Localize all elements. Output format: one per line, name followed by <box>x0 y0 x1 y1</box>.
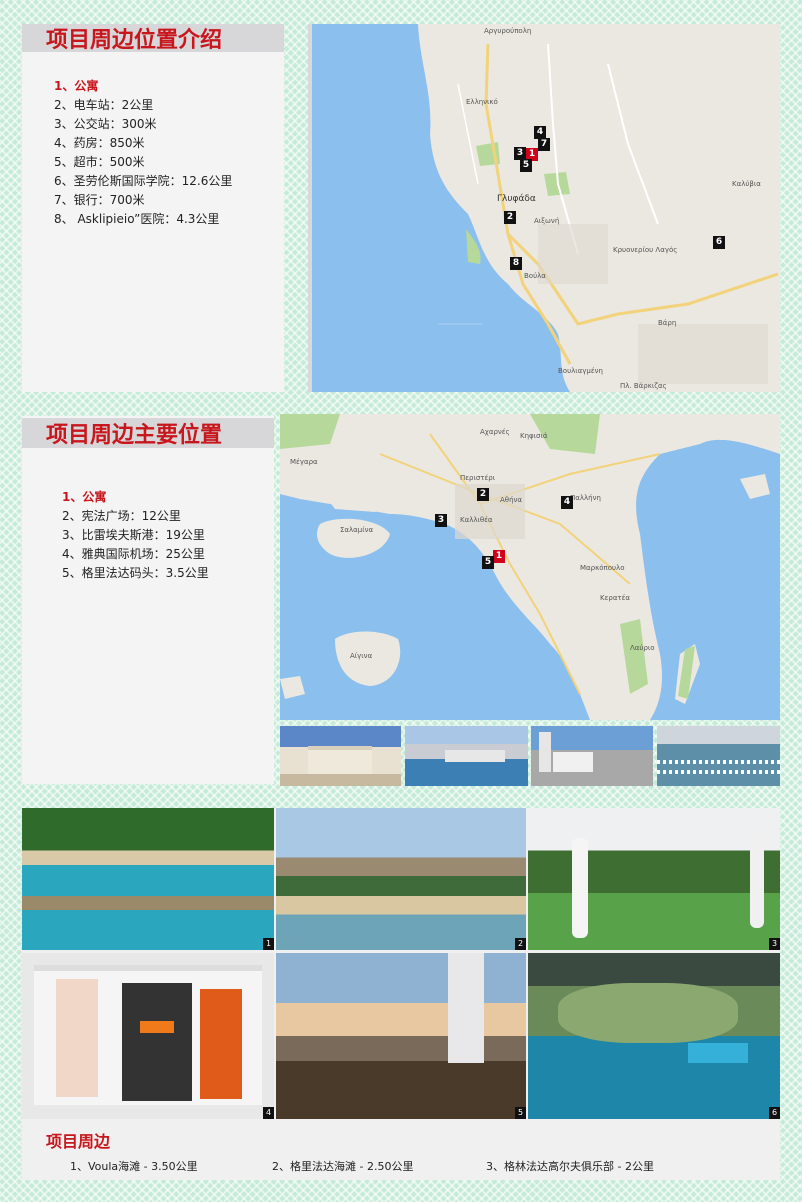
list-item: 3、公交站：300米 <box>54 117 157 131</box>
syntagma-photo <box>280 726 401 786</box>
map-marker[interactable]: 8 <box>510 257 522 270</box>
aerial-development-photo: 6 <box>528 953 780 1119</box>
map-marker[interactable]: 2 <box>504 211 516 224</box>
section2-map[interactable]: Αχαρνές Περιστέρι Αθήνα Καλλιθέα Κηφισιά… <box>280 414 780 720</box>
map-label: Περιστέρι <box>460 474 496 482</box>
map-marker[interactable]: 7 <box>538 138 550 151</box>
map-marker[interactable]: 6 <box>713 236 725 249</box>
photo-number: 1 <box>263 938 274 950</box>
section3-title: 项目周边 <box>46 1132 111 1151</box>
piraeus-port-photo <box>405 726 528 786</box>
map-label: Βουλιαγμένη <box>558 367 603 375</box>
map-marker[interactable]: 3 <box>435 514 447 527</box>
map-label: Κερατέα <box>600 594 631 602</box>
map-label: Καλλιθέα <box>460 516 493 524</box>
map-marker[interactable]: 2 <box>477 488 489 501</box>
section1-map[interactable]: Αργυρούπολη Ελληνικό Γλυφάδα Αιξωνή Βούλ… <box>308 24 780 392</box>
map1-graphic <box>308 24 779 392</box>
list-item: 2、宪法广场：12公里 <box>62 509 181 523</box>
map-label: Αχαρνές <box>480 428 510 436</box>
photo-number: 6 <box>769 1107 780 1119</box>
map-label: Βάρη <box>658 319 677 327</box>
map-label: Γλυφάδα <box>497 194 536 204</box>
map-label: Καλύβια <box>732 180 761 188</box>
list-item: 2、电车站：2公里 <box>54 98 154 112</box>
map-label: Μαρκόπουλο <box>580 564 625 572</box>
map-label: Αιξωνή <box>534 217 560 225</box>
map-marker[interactable]: 5 <box>520 159 532 172</box>
map-label: Αίγινα <box>350 652 373 660</box>
map-marker[interactable]: 5 <box>482 556 494 569</box>
map-label: Βούλα <box>524 272 546 280</box>
list-item: 1、公寓 <box>62 490 107 504</box>
photo-number: 2 <box>515 938 526 950</box>
section2-panel <box>22 416 274 784</box>
map-label: Πλ. Βάρκιζας <box>620 382 667 390</box>
shop-photo: 4 <box>22 953 274 1119</box>
list-item: 1、Voula海滩 - 3.50公里 <box>70 1160 198 1173</box>
seaside-cafe-photo: 5 <box>276 953 526 1119</box>
map-label: Παλλήνη <box>570 494 601 502</box>
glyfada-beach-photo: 2 <box>276 808 526 950</box>
photo-number: 5 <box>515 1107 526 1119</box>
map-marker[interactable]: 4 <box>561 496 573 509</box>
map-label: Κηφισιά <box>520 432 548 440</box>
list-item: 8、 Asklipieio”医院：4.3公里 <box>54 212 220 226</box>
map-label: Λαύριο <box>630 644 655 652</box>
list-item: 3、比雷埃夫斯港：19公里 <box>62 528 205 542</box>
section1-title: 项目周边位置介绍 <box>22 24 284 53</box>
map-marker[interactable]: 1 <box>493 550 505 563</box>
section2-list: 1、公寓 2、宪法广场：12公里 3、比雷埃夫斯港：19公里 4、雅典国际机场：… <box>62 488 209 583</box>
section2-title: 项目周边主要位置 <box>22 418 274 448</box>
golf-club-photo: 3 <box>528 808 780 950</box>
photo-number: 3 <box>769 938 780 950</box>
marina-photo <box>657 726 780 786</box>
list-item: 6、圣劳伦斯国际学院：12.6公里 <box>54 174 233 188</box>
map-label: Ελληνικό <box>466 98 498 106</box>
list-item: 7、银行：700米 <box>54 193 145 207</box>
map2-graphic <box>280 414 780 720</box>
map-label: Κρυονερίου Λαγός <box>613 246 678 254</box>
map-label: Αθήνα <box>500 496 523 504</box>
list-item: 2、格里法达海滩 - 2.50公里 <box>272 1160 414 1173</box>
photo-number: 4 <box>263 1107 274 1119</box>
map-label: Σαλαμίνα <box>340 526 374 534</box>
list-item: 3、格林法达高尔夫俱乐部 - 2公里 <box>486 1160 654 1173</box>
voula-beach-photo: 1 <box>22 808 274 950</box>
list-item: 4、雅典国际机场：25公里 <box>62 547 205 561</box>
list-item: 5、超市：500米 <box>54 155 145 169</box>
list-item: 4、药房：850米 <box>54 136 145 150</box>
section1-list: 1、公寓 2、电车站：2公里 3、公交站：300米 4、药房：850米 5、超市… <box>54 77 232 229</box>
map-label: Μέγαρα <box>290 458 318 466</box>
map-label: Αργυρούπολη <box>484 27 532 35</box>
list-item: 1、公寓 <box>54 79 99 93</box>
list-item: 5、格里法达码头：3.5公里 <box>62 566 209 580</box>
airport-photo <box>531 726 653 786</box>
